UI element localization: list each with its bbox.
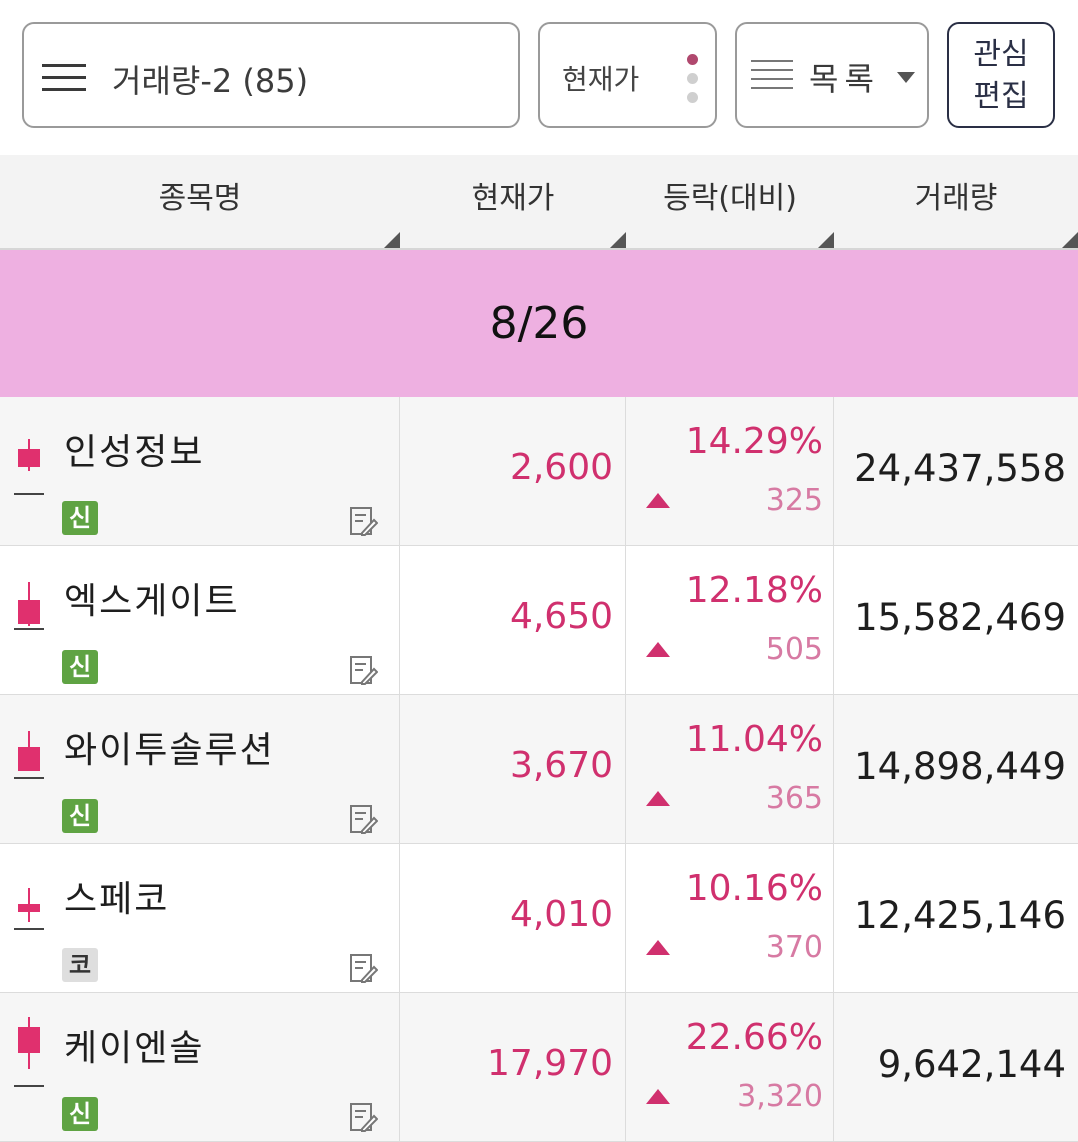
up-arrow-icon	[646, 493, 670, 508]
volume-cell: 12,425,146	[834, 844, 1078, 992]
column-header-volume[interactable]: 거래량	[834, 155, 1078, 248]
name-cell: 인성정보 신	[0, 397, 400, 545]
candlestick-icon	[14, 729, 44, 789]
up-arrow-icon	[646, 642, 670, 657]
candlestick-icon	[14, 435, 44, 495]
name-cell: 엑스게이트 신	[0, 546, 400, 694]
name-cell: 와이투솔루션 신	[0, 695, 400, 843]
change-percent: 11.04%	[685, 719, 823, 760]
memo-icon[interactable]	[350, 954, 378, 984]
edit-watchlist-label: 관심 편집	[973, 37, 1029, 114]
sort-corner-icon	[610, 232, 626, 248]
current-price: 3,670	[509, 745, 613, 786]
list-icon	[751, 60, 793, 90]
current-price: 17,970	[487, 1043, 613, 1084]
volume-cell: 9,642,144	[834, 993, 1078, 1141]
change-cell: 12.18% 505	[626, 546, 834, 694]
up-arrow-icon	[646, 940, 670, 955]
price-cell: 4,650	[400, 546, 626, 694]
candlestick-icon	[14, 884, 44, 944]
market-badge: 신	[62, 650, 98, 684]
change-percent: 22.66%	[685, 1017, 823, 1058]
change-percent: 14.29%	[685, 421, 823, 462]
column-header-price[interactable]: 현재가	[400, 155, 626, 248]
stock-list: 인성정보 신 2,600 14.29% 325 24,437,558 엑스게이트…	[0, 397, 1078, 1142]
up-arrow-icon	[646, 791, 670, 806]
price-cell: 4,010	[400, 844, 626, 992]
table-row[interactable]: 인성정보 신 2,600 14.29% 325 24,437,558	[0, 397, 1078, 546]
sort-corner-icon	[1062, 232, 1078, 248]
toolbar: 거래량-2 (85) 현재가 목록 관심 편집	[0, 0, 1078, 155]
view-mode-label: 목록	[809, 60, 880, 98]
price-field-select[interactable]: 현재가	[538, 22, 717, 128]
market-badge: 신	[62, 799, 98, 833]
table-row[interactable]: 와이투솔루션 신 3,670 11.04% 365 14,898,449	[0, 695, 1078, 844]
price-cell: 3,670	[400, 695, 626, 843]
toggle-dots-icon	[687, 54, 699, 111]
candlestick-icon	[14, 1017, 44, 1087]
up-arrow-icon	[646, 1089, 670, 1104]
market-badge: 신	[62, 501, 98, 535]
volume-cell: 14,898,449	[834, 695, 1078, 843]
change-cell: 11.04% 365	[626, 695, 834, 843]
candlestick-icon	[14, 580, 44, 640]
memo-icon[interactable]	[350, 805, 378, 835]
current-price: 2,600	[509, 447, 613, 488]
price-cell: 17,970	[400, 993, 626, 1141]
view-mode-select[interactable]: 목록	[735, 22, 929, 128]
hamburger-menu-icon	[42, 64, 86, 91]
table-row[interactable]: 케이엔솔 신 17,970 22.66% 3,320 9,642,144	[0, 993, 1078, 1142]
name-cell: 스페코 코	[0, 844, 400, 992]
edit-watchlist-button[interactable]: 관심 편집	[947, 22, 1055, 128]
change-amount: 370	[765, 930, 823, 965]
market-badge: 신	[62, 1097, 98, 1131]
table-header: 종목명 현재가 등락(대비) 거래량	[0, 155, 1078, 250]
change-amount: 505	[765, 632, 823, 667]
price-field-label: 현재가	[562, 63, 640, 96]
name-cell: 케이엔솔 신	[0, 993, 400, 1141]
change-amount: 3,320	[737, 1079, 823, 1114]
stock-name: 스페코	[64, 879, 170, 920]
sort-corner-icon	[384, 232, 400, 248]
memo-icon[interactable]	[350, 1103, 378, 1133]
stock-name: 인성정보	[64, 432, 205, 473]
chevron-down-icon	[897, 72, 915, 83]
trading-volume: 15,582,469	[854, 596, 1066, 639]
change-percent: 12.18%	[685, 570, 823, 611]
stock-name: 와이투솔루션	[64, 730, 275, 771]
column-header-name[interactable]: 종목명	[0, 155, 400, 248]
trading-volume: 24,437,558	[854, 447, 1066, 490]
market-badge: 코	[62, 948, 98, 982]
current-price: 4,650	[509, 596, 613, 637]
date-group-row: 8/26	[0, 250, 1078, 397]
watchlist-group-select[interactable]: 거래량-2 (85)	[22, 22, 520, 128]
change-cell: 10.16% 370	[626, 844, 834, 992]
change-cell: 22.66% 3,320	[626, 993, 834, 1141]
memo-icon[interactable]	[350, 656, 378, 686]
change-cell: 14.29% 325	[626, 397, 834, 545]
trading-volume: 14,898,449	[854, 745, 1066, 788]
current-price: 4,010	[509, 894, 613, 935]
memo-icon[interactable]	[350, 507, 378, 537]
trading-volume: 12,425,146	[854, 894, 1066, 937]
price-cell: 2,600	[400, 397, 626, 545]
volume-cell: 15,582,469	[834, 546, 1078, 694]
stock-name: 엑스게이트	[64, 581, 240, 622]
table-row[interactable]: 엑스게이트 신 4,650 12.18% 505 15,582,469	[0, 546, 1078, 695]
change-percent: 10.16%	[685, 868, 823, 909]
trading-volume: 9,642,144	[877, 1043, 1066, 1086]
stock-name: 케이엔솔	[64, 1028, 205, 1069]
column-header-change[interactable]: 등락(대비)	[626, 155, 834, 248]
watchlist-group-label: 거래량-2 (85)	[112, 62, 309, 100]
sort-corner-icon	[818, 232, 834, 248]
change-amount: 365	[765, 781, 823, 816]
change-amount: 325	[765, 483, 823, 518]
table-row[interactable]: 스페코 코 4,010 10.16% 370 12,425,146	[0, 844, 1078, 993]
volume-cell: 24,437,558	[834, 397, 1078, 545]
